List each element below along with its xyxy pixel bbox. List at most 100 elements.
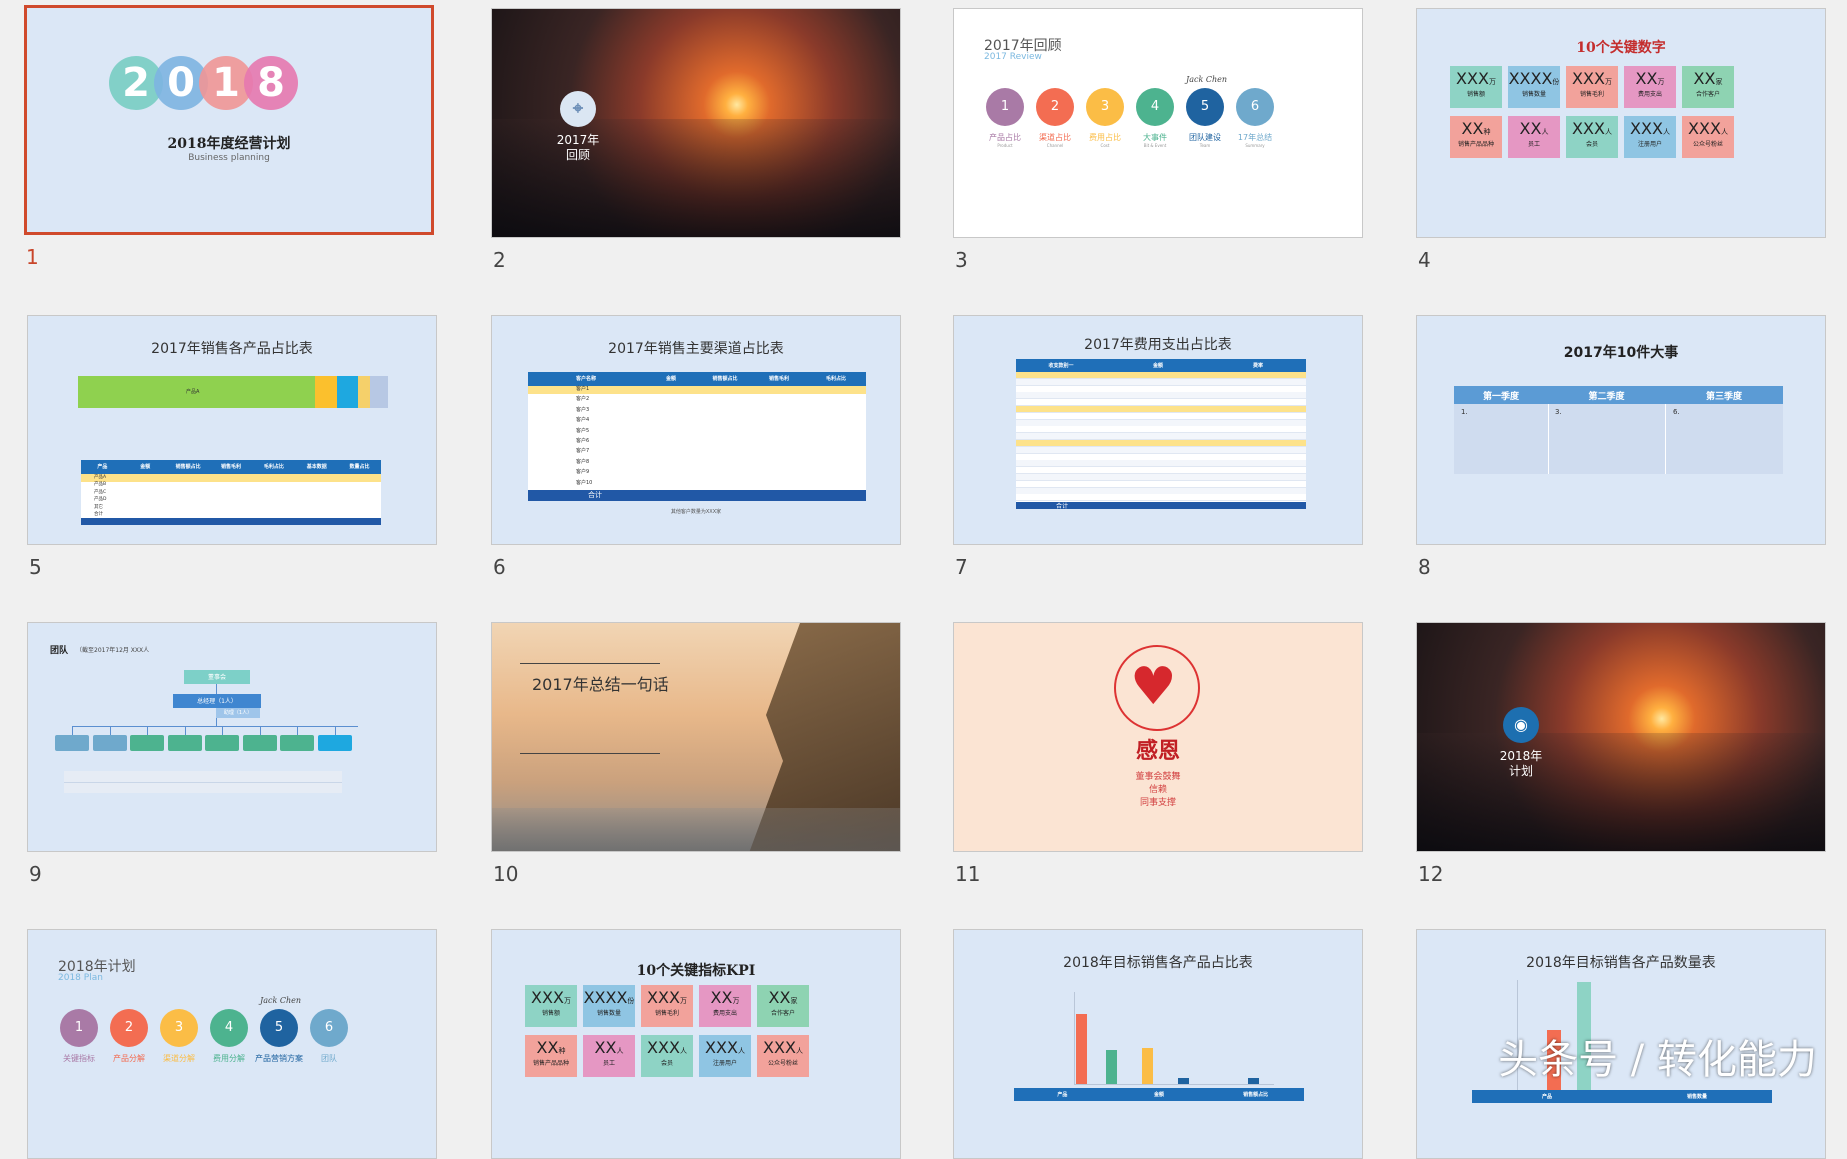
tile-value: XX [1519,119,1542,138]
assistant-box: 助理（1人） [216,708,260,718]
quarter-header: 第三季度 [1665,386,1783,404]
tile-unit: 人 [1720,128,1728,136]
slide-10-thumbnail[interactable]: 2017年总结一句话 [491,622,901,852]
thanks-line: 董事会鼓舞 [1135,772,1181,782]
slide-14-thumbnail[interactable]: 10个关键指标KPI XXX万 销售额 XXXX份 销售数量 XXX万 销售毛利 XX万 费用… [491,929,901,1159]
slide-8-thumbnail[interactable]: 2017年10件大事 第一季度 第二季度 第三季度 1. 3. 6. [1416,315,1826,545]
tile-value: XXX [1688,119,1721,138]
slide-2-thumbnail[interactable]: ⌖ 2017年 回顾 [491,8,901,238]
thanks-line: 信赖 [1148,785,1167,795]
table-total-row: 合计 [528,490,866,501]
tile-value: XX [1635,69,1658,88]
item-label: 团队 [321,1054,337,1063]
slide-sorter-grid: 2 0 1 8 2018年度经营计划 Business planning 1 ⌖… [0,0,1847,1159]
key-number-tile: XX种 销售产品品种 [525,1035,577,1077]
slide-subtitle: 2018 Plan [58,973,103,983]
org-connector [222,726,223,735]
chart-bar [1076,1014,1087,1084]
key-number-tile: XXX万 销售额 [1450,66,1502,108]
column-header: 金额 [140,464,151,470]
signature: Jack Chen [1186,75,1228,84]
tile-value: XX [768,988,791,1007]
tile-unit: 万 [1604,78,1612,86]
tile-unit: 种 [1483,128,1491,136]
title-rule [520,663,660,664]
tile-value: XXX [1572,69,1605,88]
department-box [317,735,352,751]
slide-number: 10 [493,862,519,886]
tile-caption: 销售产品品种 [1457,141,1494,148]
table-note: 其他客户数量为XXX家 [670,509,722,515]
item-number-circle: 3 [160,1009,198,1047]
slide-number: 9 [29,862,42,886]
slide-6-thumbnail[interactable]: 2017年销售主要渠道占比表 客户名称 金额 销售额占比 销售毛利 毛利占比 客户1 客户… [491,315,901,545]
stacked-bar-segment [337,376,358,408]
slide-title: 团队 [50,646,69,656]
slide-9-thumbnail[interactable]: 团队 （截至2017年12月 XXX人 董事会 总经理（1人） 助理（1人） [27,622,437,852]
column-header: 毛利占比 [263,464,284,470]
tile-value: XX [536,1038,559,1057]
tile-caption: 销售产品品种 [532,1060,569,1067]
total-label: 合计 [588,491,602,499]
slide-12-thumbnail[interactable]: ◉ 2018年 计划 [1416,622,1826,852]
key-number-tile: XXX人 注册用户 [1624,116,1676,158]
key-number-tile: XX万 费用支出 [699,985,751,1027]
quarter-header: 第一季度 [1454,386,1548,404]
column-header: 费率 [1252,363,1263,369]
tile-unit: 人 [1541,128,1549,136]
org-connector [216,684,217,694]
item-number-circle: 5 [1186,88,1224,126]
org-connector [109,726,111,735]
org-connector [184,726,186,735]
department-box [167,735,202,751]
tile-value: XXX [705,1038,738,1057]
slide-4-thumbnail[interactable]: 10个关键数字 XXX万 销售额 XXXX份 销售数量 XXX万 销售毛利 XX万 费用支出 X… [1416,8,1826,238]
column-divider [1665,404,1666,474]
location-pin-icon: ⌖ [560,91,596,127]
slide-15-thumbnail[interactable]: 2018年目标销售各产品占比表 产品 金额 销售额占比 [953,929,1363,1159]
tile-unit: 家 [790,997,798,1005]
column-header: 销售数量 [1686,1094,1707,1100]
department-box [130,735,164,751]
stacked-bar-segment: 产品A [78,376,315,408]
slide-3-thumbnail[interactable]: 2017年回顾 2017 Review Jack Chen 1 产品占比 Produ… [953,8,1363,238]
slide-number: 8 [1418,555,1431,579]
tile-value: XXX [1456,69,1489,88]
key-number-tile: XX人 员工 [1508,116,1560,158]
slide-5-thumbnail[interactable]: 2017年销售各产品占比表 产品A 产品 金额 销售额占比 销售毛利 毛利占比 基本数据 数… [27,315,437,545]
slide-number: 1 [26,245,39,269]
title-rule [520,753,660,754]
column-header: 产品 [97,464,108,470]
board-box: 董事会 [184,670,250,684]
key-number-tile: XXX万 销售毛利 [1566,66,1618,108]
item-number-circle: 5 [260,1009,298,1047]
tile-unit: 人 [616,1047,624,1055]
key-number-tile: XXXX份 销售数量 [1508,66,1560,108]
tile-unit: 万 [1488,78,1496,86]
department-box [92,735,127,751]
row-label: 客户4 [576,417,590,424]
tile-value: XXXX [583,988,628,1007]
tile-value: XXXX [1508,69,1553,88]
slide-11-thumbnail[interactable]: ♥ 感恩 董事会鼓舞 信赖 同事支撑 [953,622,1363,852]
item-number-circle: 2 [1036,88,1074,126]
tile-value: XXX [1572,119,1605,138]
column-divider [1548,404,1549,474]
tile-value: XX [1461,119,1484,138]
slide-number: 4 [1418,248,1431,272]
tile-caption: 公众号粉丝 [767,1060,798,1067]
key-number-tile: XX人 员工 [583,1035,635,1077]
item-number-circle: 1 [60,1009,98,1047]
tile-unit: 家 [1715,78,1723,86]
key-number-tile: XXX万 销售毛利 [641,985,693,1027]
slide-1-thumbnail[interactable]: 2 0 1 8 2018年度经营计划 Business planning [24,5,434,235]
slide-title: 10个关键指标KPI [636,963,756,979]
tile-caption: 注册用户 [712,1060,737,1067]
slide-13-thumbnail[interactable]: 2018年计划 2018 Plan Jack Chen 1 关键指标 2 产品分解 3 渠… [27,929,437,1159]
row-label: 产品C [94,489,107,495]
org-connector [297,726,298,735]
tile-caption: 销售额 [1466,91,1485,98]
slide-number: 7 [955,555,968,579]
org-connector [259,726,261,735]
slide-7-thumbnail[interactable]: 2017年费用支出占比表 收支款别一 金额 费率 合计 [953,315,1363,545]
